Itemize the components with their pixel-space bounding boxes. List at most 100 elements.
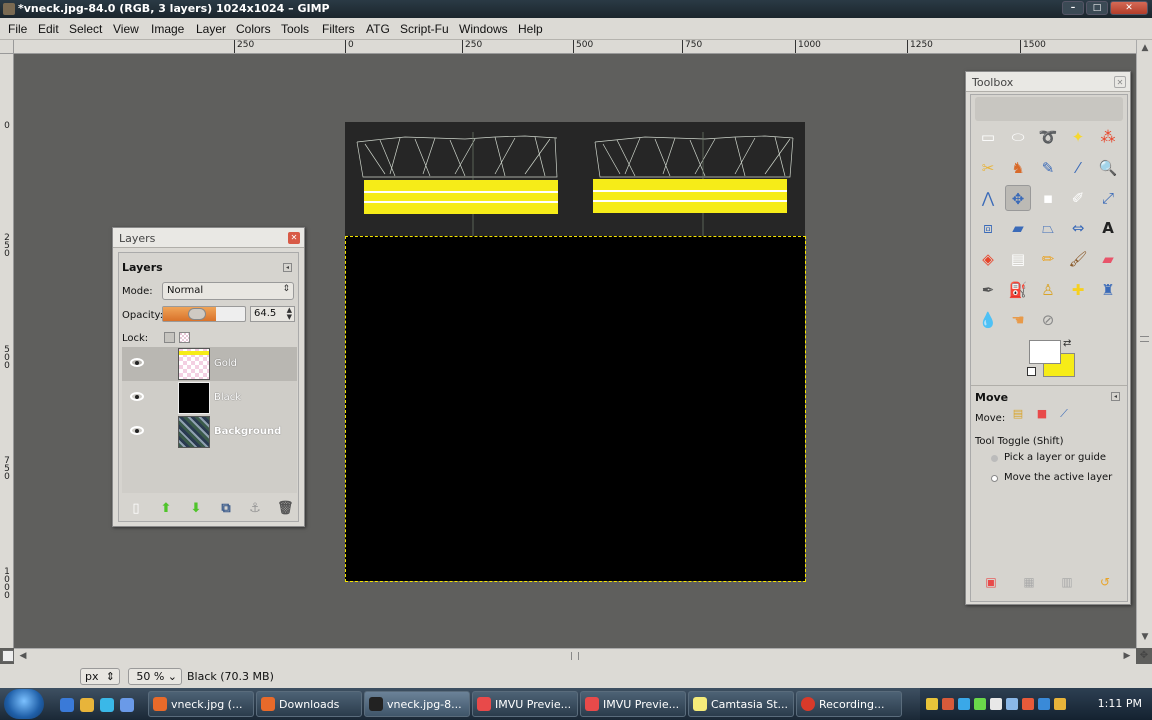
foreground-select-icon[interactable]: ♞: [1005, 155, 1031, 181]
measure-icon[interactable]: ⋀: [975, 185, 1001, 211]
paths-icon[interactable]: ✎: [1035, 155, 1061, 181]
opacity-spinbox[interactable]: 64.5 ▲ ▼: [250, 306, 295, 322]
ie-icon[interactable]: [100, 698, 114, 712]
scroll-down-icon[interactable]: ▼: [1138, 630, 1152, 644]
swap-colors-icon[interactable]: ⇄: [1063, 338, 1071, 349]
menu-select[interactable]: Select: [69, 22, 102, 36]
ruler-corner[interactable]: [0, 40, 14, 54]
delete-layer-icon[interactable]: 🗑: [277, 501, 294, 517]
tab-menu-icon[interactable]: ◂: [283, 263, 292, 272]
minimize-button[interactable]: –: [1062, 1, 1084, 15]
tray-volume-icon[interactable]: [990, 698, 1002, 710]
vertical-ruler[interactable]: 0 2 5 0 5 0 0 7 5 0 1 0 0 0: [0, 54, 14, 648]
new-layer-icon[interactable]: ▯: [128, 501, 144, 517]
lower-layer-icon[interactable]: ⬇: [188, 501, 204, 517]
menu-view[interactable]: View: [113, 22, 139, 36]
blend-icon[interactable]: ▤: [1005, 246, 1031, 272]
raise-layer-icon[interactable]: ⬆: [158, 501, 174, 517]
anchor-layer-icon[interactable]: ⚓: [247, 501, 263, 517]
restore-options-icon[interactable]: ▦: [1021, 575, 1037, 591]
eye-icon[interactable]: [130, 426, 144, 435]
tray-security-icon[interactable]: [974, 698, 986, 710]
free-select-icon[interactable]: ➰: [1035, 124, 1061, 150]
pencil-icon[interactable]: ✏: [1035, 246, 1061, 272]
default-colors-icon[interactable]: [1027, 367, 1036, 376]
scroll-right-icon[interactable]: ▶: [1120, 649, 1134, 663]
tray-app-icon[interactable]: [942, 698, 954, 710]
close-button[interactable]: ✕: [1110, 1, 1148, 15]
navigate-icon[interactable]: ✥: [1137, 650, 1151, 664]
dodge-burn-icon[interactable]: ⊘: [1035, 307, 1061, 333]
horizontal-ruler[interactable]: 250 0 250 500 750 1000 1250 1500: [14, 40, 1136, 54]
move-path-mode-icon[interactable]: ⟋: [1055, 405, 1073, 423]
foreground-color-swatch[interactable]: [1029, 340, 1061, 364]
menu-colors[interactable]: Colors: [236, 22, 271, 36]
eye-icon[interactable]: [130, 358, 144, 367]
radio-move-active-layer[interactable]: [991, 475, 998, 482]
scroll-left-icon[interactable]: ◀: [16, 649, 30, 663]
mode-select[interactable]: Normal ⇕: [162, 282, 294, 300]
bucket-fill-icon[interactable]: ◈: [975, 246, 1001, 272]
wilber-drop-zone[interactable]: [975, 97, 1123, 121]
delete-options-icon[interactable]: ▥: [1059, 575, 1075, 591]
paintbrush-icon[interactable]: 🖌: [1065, 246, 1091, 272]
layer-row-gold[interactable]: Gold: [122, 347, 297, 381]
clock[interactable]: 1:11 PM: [1098, 697, 1142, 710]
tray-messenger-icon[interactable]: [958, 698, 970, 710]
start-button[interactable]: [4, 689, 44, 719]
tray-network-icon[interactable]: [1006, 698, 1018, 710]
zoom-selector[interactable]: 50 % ⌄: [128, 668, 182, 685]
taskbar-item[interactable]: vneck.jpg-8...: [364, 691, 470, 717]
unit-selector[interactable]: px ⇕: [80, 668, 120, 685]
option-pick-layer[interactable]: Pick a layer or guide: [1004, 452, 1106, 463]
heal-icon[interactable]: ✚: [1065, 277, 1091, 303]
menu-filters[interactable]: Filters: [322, 22, 355, 36]
text-tool-icon[interactable]: A: [1095, 215, 1121, 241]
tray-folder-icon[interactable]: [926, 698, 938, 710]
scale-icon[interactable]: ⧈: [975, 215, 1001, 241]
menu-tools[interactable]: Tools: [281, 22, 309, 36]
save-options-icon[interactable]: ▣: [983, 575, 999, 591]
flip-icon[interactable]: ⇔: [1065, 215, 1091, 241]
tray-bluetooth-icon[interactable]: [1038, 698, 1050, 710]
scissors-select-icon[interactable]: ✂: [975, 155, 1001, 181]
rotate-icon[interactable]: ⤢: [1095, 185, 1121, 211]
move-tool-icon[interactable]: ✥: [1005, 185, 1031, 211]
select-by-color-icon[interactable]: ⁂: [1095, 124, 1121, 150]
switch-windows-icon[interactable]: [120, 698, 134, 712]
opacity-slider[interactable]: [162, 306, 246, 322]
menu-file[interactable]: File: [8, 22, 27, 36]
ellipse-select-icon[interactable]: ⬭: [1005, 124, 1031, 150]
vertical-scrollbar[interactable]: ▲ ▼: [1136, 40, 1152, 648]
tray-power-icon[interactable]: [1054, 698, 1066, 710]
spin-arrows-icon[interactable]: ▲ ▼: [287, 307, 292, 321]
clone-icon[interactable]: ♙: [1035, 277, 1061, 303]
ink-icon[interactable]: ⛽: [1005, 277, 1031, 303]
reset-options-icon[interactable]: ↺: [1097, 575, 1113, 591]
layer-row-black[interactable]: Black: [122, 381, 297, 415]
taskbar-item[interactable]: Recording...: [796, 691, 902, 717]
tab-menu-icon[interactable]: ◂: [1111, 392, 1120, 401]
close-icon[interactable]: ✕: [288, 232, 300, 244]
layer-row-background[interactable]: Background: [122, 415, 297, 449]
folder-icon[interactable]: [80, 698, 94, 712]
rect-select-icon[interactable]: ▭: [975, 124, 1001, 150]
toolbox-titlebar[interactable]: Toolbox ✕: [966, 72, 1130, 92]
move-layer-mode-icon[interactable]: ▤: [1009, 405, 1027, 423]
taskbar-item[interactable]: Camtasia St...: [688, 691, 794, 717]
eye-icon[interactable]: [130, 392, 144, 401]
tray-alert-icon[interactable]: [1022, 698, 1034, 710]
menu-image[interactable]: Image: [151, 22, 184, 36]
shear-icon[interactable]: ▰: [1005, 215, 1031, 241]
menu-windows[interactable]: Windows: [459, 22, 508, 36]
move-selection-mode-icon[interactable]: ■: [1033, 405, 1051, 423]
layer-name[interactable]: Gold: [214, 358, 237, 369]
duplicate-layer-icon[interactable]: ⧉: [218, 501, 234, 517]
taskbar-item[interactable]: vneck.jpg (...: [148, 691, 254, 717]
crop-icon[interactable]: ✐: [1065, 185, 1091, 211]
taskbar-item[interactable]: Downloads: [256, 691, 362, 717]
align-icon[interactable]: ▪: [1035, 185, 1061, 211]
layer-name[interactable]: Background: [214, 426, 281, 437]
layers-dialog-titlebar[interactable]: Layers ✕: [113, 228, 304, 248]
scroll-grip[interactable]: [571, 652, 579, 660]
